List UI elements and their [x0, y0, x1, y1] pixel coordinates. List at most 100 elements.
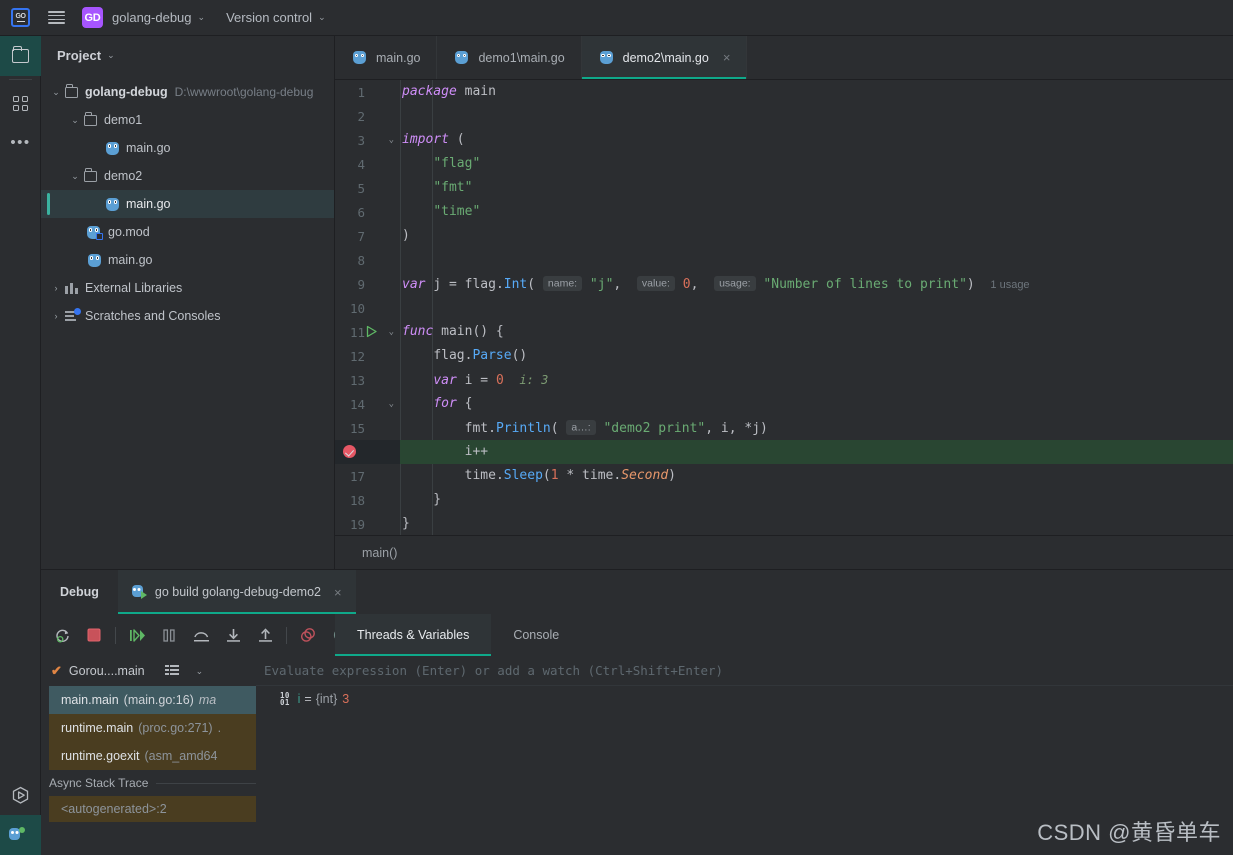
project-badge[interactable]: GD [82, 7, 103, 28]
filter-icon[interactable] [165, 665, 179, 677]
code-line[interactable]: 7) [335, 224, 1233, 248]
code-line[interactable]: 15 fmt.Println( a…: "demo2 print", i, *j… [335, 416, 1233, 440]
expand-arrow-icon[interactable]: ⌄ [49, 87, 63, 98]
collapse-arrow-icon[interactable]: › [49, 283, 63, 293]
sidebar-item-more[interactable]: ••• [0, 123, 41, 163]
code-line[interactable]: 9var j = flag.Int( name: "j", value: 0, … [335, 272, 1233, 296]
code-line[interactable]: 2 [335, 104, 1233, 128]
gutter-markers[interactable] [365, 416, 400, 440]
hamburger-icon[interactable] [48, 11, 65, 24]
debug-session-tab[interactable]: go build golang-debug-demo2 × [118, 570, 356, 614]
code-line[interactable]: 1package main [335, 80, 1233, 104]
stop-button[interactable] [83, 624, 105, 646]
chevron-down-icon[interactable]: ⌄ [196, 666, 204, 677]
breadcrumb[interactable]: main() [335, 535, 1233, 569]
code-line[interactable]: 17 time.Sleep(1 * time.Second) [335, 464, 1233, 488]
editor-gutter[interactable]: 17 [335, 464, 400, 488]
tree-item-demo2-main-go[interactable]: main.go [41, 190, 334, 218]
gutter-markers[interactable] [365, 440, 400, 464]
tree-item-external-libraries[interactable]: › External Libraries [41, 274, 334, 302]
async-frame-row[interactable]: <autogenerated>:2 [49, 796, 256, 822]
resume-button[interactable] [126, 624, 148, 646]
rerun-button[interactable] [51, 624, 73, 646]
step-out-button[interactable] [254, 624, 276, 646]
editor-gutter[interactable]: 10 [335, 296, 400, 320]
tab-console[interactable]: Console [491, 614, 581, 656]
code-line[interactable]: i++ [335, 440, 1233, 464]
gutter-markers[interactable] [365, 464, 400, 488]
tree-item-demo1-main-go[interactable]: main.go [41, 134, 334, 162]
gutter-markers[interactable]: ⌄ [365, 392, 400, 416]
gutter-markers[interactable] [365, 200, 400, 224]
editor-gutter[interactable]: 8 [335, 248, 400, 272]
variable-row-i[interactable]: 1001 i = {int} 3 [271, 686, 1233, 712]
version-control-menu[interactable]: Version control [226, 10, 312, 25]
gutter-markers[interactable] [365, 224, 400, 248]
editor-gutter[interactable]: 13 [335, 368, 400, 392]
tree-item-scratches-and-consoles[interactable]: › Scratches and Consoles [41, 302, 334, 330]
code-line[interactable]: 11⌄func main() { [335, 320, 1233, 344]
editor-gutter[interactable]: 5 [335, 176, 400, 200]
project-name-label[interactable]: golang-debug [112, 10, 192, 25]
view-breakpoints-button[interactable] [297, 624, 319, 646]
fold-arrow-icon[interactable]: ⌄ [389, 399, 394, 409]
gutter-markers[interactable]: ⌄ [365, 320, 400, 344]
fold-arrow-icon[interactable]: ⌄ [389, 327, 394, 337]
chevron-down-icon[interactable]: ⌄ [318, 12, 326, 23]
editor-tab-main-go[interactable]: main.go [335, 36, 437, 79]
editor-gutter[interactable]: 14⌄ [335, 392, 400, 416]
tree-item-demo1[interactable]: ⌄ demo1 [41, 106, 334, 134]
step-into-button[interactable] [222, 624, 244, 646]
code-line[interactable]: 13 var i = 0 i: 3 [335, 368, 1233, 392]
editor-gutter[interactable]: 6 [335, 200, 400, 224]
editor-gutter[interactable]: 18 [335, 488, 400, 512]
editor-gutter[interactable]: 2 [335, 104, 400, 128]
editor-gutter[interactable] [335, 440, 400, 464]
frame-row-runtime-goexit[interactable]: runtime.goexit (asm_amd64 [49, 742, 256, 770]
code-line[interactable]: 8 [335, 248, 1233, 272]
chevron-down-icon[interactable]: ⌄ [107, 50, 115, 61]
gutter-markers[interactable] [365, 344, 400, 368]
tree-item-go-mod[interactable]: go.mod [41, 218, 334, 246]
gutter-markers[interactable] [365, 368, 400, 392]
gutter-markers[interactable] [365, 488, 400, 512]
sidebar-item-project[interactable] [0, 36, 41, 76]
expand-arrow-icon[interactable]: ⌄ [68, 171, 82, 182]
gutter-markers[interactable] [365, 512, 400, 535]
tree-item-demo2[interactable]: ⌄ demo2 [41, 162, 334, 190]
watch-input[interactable]: Evaluate expression (Enter) or add a wat… [256, 656, 1233, 686]
tree-item-golang-debug[interactable]: ⌄ golang-debug D:\wwwroot\golang-debug [41, 78, 334, 106]
code-line[interactable]: 18 } [335, 488, 1233, 512]
gutter-markers[interactable] [365, 248, 400, 272]
editor-gutter[interactable]: 7 [335, 224, 400, 248]
frame-row-main-main[interactable]: main.main (main.go:16) ma [49, 686, 256, 714]
close-icon[interactable]: × [334, 585, 342, 600]
chevron-down-icon[interactable]: ⌄ [198, 12, 206, 23]
close-icon[interactable]: × [723, 50, 731, 65]
frame-row-runtime-main[interactable]: runtime.main (proc.go:271) . [49, 714, 256, 742]
expand-arrow-icon[interactable]: ⌄ [68, 115, 82, 126]
step-over-button[interactable] [190, 624, 212, 646]
code-line[interactable]: 3⌄import ( [335, 128, 1233, 152]
sidebar-item-run[interactable] [0, 775, 41, 815]
editor-gutter[interactable]: 4 [335, 152, 400, 176]
code-line[interactable]: 6 "time" [335, 200, 1233, 224]
fold-arrow-icon[interactable]: ⌄ [389, 135, 394, 145]
code-editor[interactable]: 1package main23⌄import (4 "flag"5 "fmt"6… [335, 80, 1233, 535]
editor-gutter[interactable]: 11⌄ [335, 320, 400, 344]
code-line[interactable]: 12 flag.Parse() [335, 344, 1233, 368]
editor-tab-demo1-main-go[interactable]: demo1\main.go [437, 36, 581, 79]
editor-gutter[interactable]: 19 [335, 512, 400, 535]
code-line[interactable]: 14⌄ for { [335, 392, 1233, 416]
tab-threads-and-variables[interactable]: Threads & Variables [335, 614, 491, 656]
gutter-markers[interactable] [365, 176, 400, 200]
gutter-markers[interactable]: ⌄ [365, 128, 400, 152]
collapse-arrow-icon[interactable]: › [49, 311, 63, 321]
pause-button[interactable] [158, 624, 180, 646]
sidebar-item-debug[interactable] [0, 815, 41, 855]
gutter-markers[interactable] [365, 104, 400, 128]
editor-tab-demo2-main-go[interactable]: demo2\main.go × [582, 36, 748, 79]
editor-gutter[interactable]: 3⌄ [335, 128, 400, 152]
gutter-markers[interactable] [365, 272, 400, 296]
editor-gutter[interactable]: 9 [335, 272, 400, 296]
